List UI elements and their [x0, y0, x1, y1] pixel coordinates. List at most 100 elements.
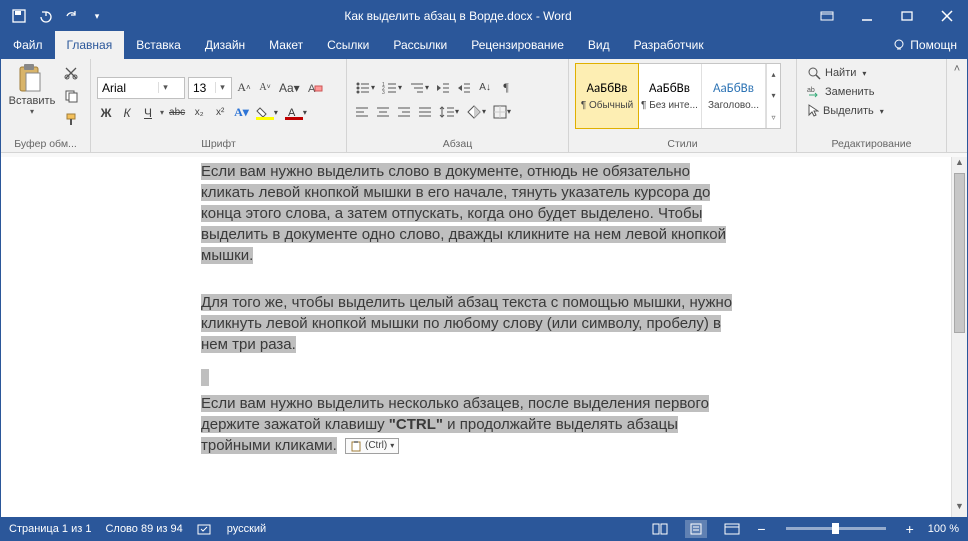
tab-design[interactable]: Дизайн — [193, 31, 257, 59]
styles-gallery[interactable]: АаБбВв ¶ Обычный АаБбВв ¶ Без инте... Аа… — [575, 63, 781, 129]
scroll-down-icon[interactable]: ▼ — [952, 501, 967, 517]
text-effects-icon[interactable]: A▾ — [232, 103, 251, 123]
ribbon-display-icon[interactable] — [807, 1, 847, 31]
maximize-icon[interactable] — [887, 1, 927, 31]
align-left-icon[interactable] — [353, 102, 371, 122]
multilevel-list-icon[interactable]: ▾ — [407, 78, 431, 98]
read-mode-icon[interactable] — [649, 520, 671, 538]
tab-layout[interactable]: Макет — [257, 31, 315, 59]
ribbon: Вставить ▾ Буфер обм... ▾ ▾ A˄ A˅ Aa▾ A … — [1, 59, 967, 153]
strike-button[interactable]: abc — [167, 103, 187, 123]
justify-icon[interactable] — [416, 102, 434, 122]
clear-format-icon[interactable]: A — [305, 78, 325, 98]
paste-label: Вставить — [9, 95, 56, 107]
qat-customize-icon[interactable]: ▾ — [85, 4, 109, 28]
align-center-icon[interactable] — [374, 102, 392, 122]
cut-icon[interactable] — [61, 63, 81, 83]
vertical-scrollbar[interactable]: ▲ ▼ — [951, 157, 967, 517]
copy-icon[interactable] — [61, 86, 81, 106]
text-run: мышки. — [201, 247, 253, 264]
document-page[interactable]: Если вам нужно выделить слово в документ… — [201, 157, 861, 517]
font-color-icon[interactable]: A▾ — [283, 103, 309, 123]
text-run: тройными кликами. — [201, 437, 337, 454]
font-name-combo[interactable]: ▾ — [97, 77, 185, 99]
close-icon[interactable] — [927, 1, 967, 31]
borders-icon[interactable]: ▾ — [491, 102, 513, 122]
status-language[interactable]: русский — [227, 523, 266, 535]
status-proofing-icon[interactable] — [197, 522, 213, 536]
format-painter-icon[interactable] — [61, 109, 81, 129]
shading-icon[interactable]: ▾ — [464, 102, 488, 122]
replace-button[interactable]: ab Заменить — [803, 85, 888, 99]
style-heading1[interactable]: АаБбВв Заголово... — [702, 64, 766, 128]
paste-button[interactable]: Вставить ▾ — [7, 63, 57, 116]
text-run: держите зажатой клавишу — [201, 416, 389, 433]
group-clipboard: Вставить ▾ Буфер обм... — [1, 59, 91, 152]
styles-more-icon[interactable]: ▴▾▿ — [766, 64, 780, 128]
numbering-icon[interactable]: 123▾ — [380, 78, 404, 98]
underline-button[interactable]: Ч — [139, 103, 157, 123]
chevron-down-icon[interactable]: ▾ — [158, 82, 172, 93]
font-size-combo[interactable]: ▾ — [188, 77, 232, 99]
replace-label: Заменить — [825, 86, 874, 98]
sort-icon[interactable]: A↓ — [476, 78, 494, 98]
select-button[interactable]: Выделить▾ — [803, 103, 888, 119]
tab-mailings[interactable]: Рассылки — [381, 31, 459, 59]
font-name-input[interactable] — [98, 81, 158, 95]
tab-insert[interactable]: Вставка — [124, 31, 193, 59]
group-clipboard-label: Буфер обм... — [7, 136, 84, 150]
group-editing: Найти▾ abЗаменить Выделить▾ Редактирован… — [797, 59, 947, 152]
tab-developer[interactable]: Разработчик — [622, 31, 716, 59]
replace-icon: ab — [807, 86, 821, 98]
scroll-up-icon[interactable]: ▲ — [952, 157, 967, 173]
tell-me[interactable]: Помощн — [880, 31, 967, 59]
paste-options-smart-tag[interactable]: (Ctrl) ▾ — [345, 438, 399, 454]
tab-file[interactable]: Файл — [1, 31, 55, 59]
text-run: кликнуть левой кнопкой мышки по любому с… — [201, 315, 721, 332]
tab-home[interactable]: Главная — [55, 31, 125, 59]
save-icon[interactable] — [7, 4, 31, 28]
tab-references[interactable]: Ссылки — [315, 31, 381, 59]
text-run: и продолжайте выделять абзацы — [443, 416, 678, 433]
ribbon-tabs: Файл Главная Вставка Дизайн Макет Ссылки… — [1, 31, 967, 59]
text-run: Если вам нужно выделить несколько абзаце… — [201, 395, 709, 412]
scroll-thumb[interactable] — [954, 173, 965, 333]
zoom-value[interactable]: 100 % — [928, 523, 959, 535]
subscript-button[interactable]: x₂ — [190, 103, 208, 123]
print-layout-icon[interactable] — [685, 520, 707, 538]
undo-icon[interactable] — [33, 4, 57, 28]
minimize-icon[interactable] — [847, 1, 887, 31]
find-button[interactable]: Найти▾ — [803, 65, 888, 81]
increase-indent-icon[interactable] — [455, 78, 473, 98]
align-right-icon[interactable] — [395, 102, 413, 122]
style-normal[interactable]: АаБбВв ¶ Обычный — [575, 63, 639, 129]
highlight-icon[interactable]: ▾ — [254, 103, 280, 123]
font-size-input[interactable] — [189, 81, 215, 95]
redo-icon[interactable] — [59, 4, 83, 28]
tab-review[interactable]: Рецензирование — [459, 31, 576, 59]
change-case-icon[interactable]: Aa▾ — [277, 78, 302, 98]
tab-view[interactable]: Вид — [576, 31, 622, 59]
zoom-in-button[interactable]: + — [906, 521, 914, 537]
zoom-knob[interactable] — [832, 523, 839, 534]
decrease-indent-icon[interactable] — [434, 78, 452, 98]
superscript-button[interactable]: x² — [211, 103, 229, 123]
zoom-out-button[interactable]: − — [757, 521, 765, 537]
grow-font-icon[interactable]: A˄ — [235, 78, 253, 98]
italic-button[interactable]: К — [118, 103, 136, 123]
bullets-icon[interactable]: ▾ — [353, 78, 377, 98]
status-page[interactable]: Страница 1 из 1 — [9, 523, 91, 535]
collapse-ribbon-icon[interactable]: ˄ — [947, 59, 967, 152]
style-no-spacing[interactable]: АаБбВв ¶ Без инте... — [638, 64, 702, 128]
status-words[interactable]: Слово 89 из 94 — [105, 523, 182, 535]
web-layout-icon[interactable] — [721, 520, 743, 538]
shrink-font-icon[interactable]: A˅ — [256, 78, 274, 98]
show-marks-icon[interactable]: ¶ — [497, 78, 515, 98]
scroll-track[interactable] — [952, 173, 967, 501]
tell-me-label: Помощн — [910, 38, 957, 52]
bold-button[interactable]: Ж — [97, 103, 115, 123]
text-run: выделить в документе одно слово, дважды … — [201, 226, 726, 243]
chevron-down-icon[interactable]: ▾ — [215, 82, 229, 93]
line-spacing-icon[interactable]: ▾ — [437, 102, 461, 122]
zoom-slider[interactable] — [786, 527, 886, 530]
